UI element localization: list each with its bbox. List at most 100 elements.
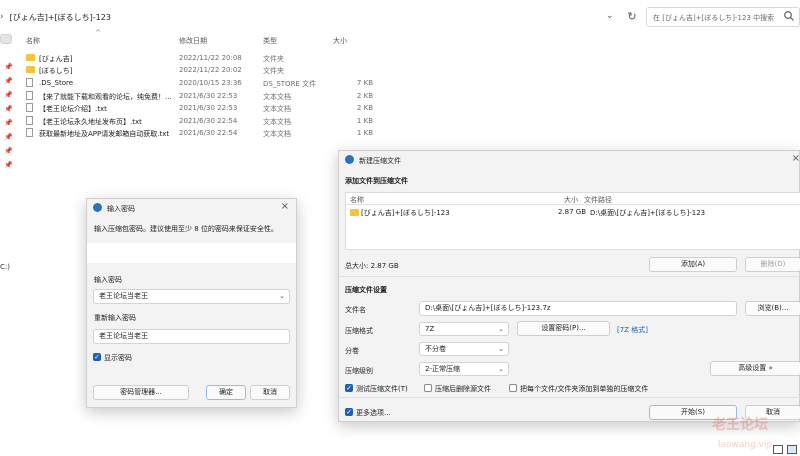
split-select[interactable]: 不分卷 ⌄ bbox=[419, 342, 509, 356]
password-dialog-titlebar: 输入密码 × bbox=[87, 199, 296, 217]
folder-icon bbox=[350, 209, 359, 216]
add-files-section-title: 添加文件到压缩文件 bbox=[345, 177, 408, 185]
file-type: DS_STORE 文件 bbox=[263, 80, 317, 88]
password-dialog: 输入密码 × 输入压缩包密码。建议使用至少 8 位的密码来保证安全性。 输入密码… bbox=[86, 198, 297, 408]
file-row[interactable]: [ぼるしち] 2022/11/22 20:02 文件夹 bbox=[26, 64, 386, 76]
filename-value: D:\桌面\[びょん吉]+[ぼるしち]-123.7z bbox=[425, 304, 551, 312]
column-header-name[interactable]: 名称 bbox=[26, 36, 40, 46]
file-date: 2020/10/15 23:36 bbox=[179, 79, 242, 87]
nav-selected-item[interactable] bbox=[0, 34, 12, 44]
compression-level-value: 2-正常压缩 bbox=[425, 365, 460, 373]
close-icon[interactable]: × bbox=[281, 201, 289, 212]
sort-up-icon: ^ bbox=[95, 29, 101, 37]
details-view-icon[interactable] bbox=[773, 445, 783, 454]
app-icon bbox=[345, 155, 354, 164]
file-row[interactable]: 【老王论坛介绍】.txt 2021/6/30 22:53 文本文档 2 KB bbox=[26, 102, 386, 114]
file-size: 1 KB bbox=[356, 117, 373, 125]
separate-archives-checkbox[interactable] bbox=[509, 384, 517, 392]
archive-dialog: 新建压缩文件 × 添加文件到压缩文件 名称 大小 文件路径 [びょん吉]+[ぼる… bbox=[338, 150, 800, 422]
compression-level-select[interactable]: 2-正常压缩 ⌄ bbox=[419, 362, 509, 376]
filename-label: 文件名 bbox=[345, 306, 366, 314]
file-row[interactable]: 【老王论坛永久地址发布页】.txt 2021/6/30 22:54 文本文档 1… bbox=[26, 115, 386, 127]
drive-label[interactable]: C:) bbox=[0, 263, 10, 271]
show-password-checkbox[interactable]: ✓ bbox=[93, 353, 101, 361]
file-row[interactable]: 【来了就能下载和观看的论坛，纯免费！... 2021/6/30 22:53 文本… bbox=[26, 90, 386, 102]
more-options-checkbox[interactable]: ✓ bbox=[345, 408, 353, 416]
chevron-down-icon: ⌄ bbox=[498, 325, 504, 333]
watermark-logo: 老王论坛 bbox=[712, 417, 768, 433]
file-type: 文本文档 bbox=[263, 130, 291, 138]
more-options-label[interactable]: 更多选项... bbox=[356, 408, 391, 418]
reenter-password-field[interactable]: 老王论坛当老王 bbox=[93, 329, 290, 344]
file-name: [びょん吉] bbox=[39, 55, 73, 63]
file-type: 文件夹 bbox=[263, 67, 284, 75]
column-header-date[interactable]: 修改日期 bbox=[179, 36, 207, 46]
file-name: [ぼるしち] bbox=[39, 67, 73, 75]
enter-password-field[interactable]: 老王论坛当老王 ⌄ bbox=[93, 289, 290, 304]
pin-icon: 📌 bbox=[4, 147, 13, 155]
archive-item-row[interactable]: [びょん吉]+[ぼるしち]-123 2.87 GB D:\桌面\[びょん吉]+[… bbox=[347, 206, 799, 218]
address-dropdown-icon[interactable]: ⌄ bbox=[606, 11, 614, 21]
file-row[interactable]: 获取最新地址及APP请发邮箱自动获取.txt 2021/6/30 22:54 文… bbox=[26, 127, 386, 139]
delete-source-checkbox[interactable] bbox=[424, 384, 432, 392]
address-bar[interactable]: › [びょん吉]+[ぼるしち]-123 bbox=[0, 6, 610, 28]
column-header-type[interactable]: 类型 bbox=[263, 36, 277, 46]
file-date: 2021/6/30 22:54 bbox=[179, 117, 238, 125]
browse-button[interactable]: 浏览(B)... bbox=[745, 301, 800, 316]
pin-icon: 📌 bbox=[4, 77, 13, 85]
chevron-down-icon: ⌄ bbox=[498, 345, 504, 353]
split-label: 分卷 bbox=[345, 347, 359, 355]
format-value: 7Z bbox=[425, 325, 435, 333]
file-date: 2022/11/22 20:02 bbox=[179, 66, 242, 74]
reenter-password-label: 重新输入密码 bbox=[94, 314, 136, 322]
filename-field[interactable]: D:\桌面\[びょん吉]+[ぼるしち]-123.7z bbox=[419, 301, 737, 316]
archive-item-size: 2.87 GB bbox=[557, 208, 586, 216]
remove-button[interactable]: 删除(D) bbox=[745, 257, 800, 272]
pin-icon: 📌 bbox=[4, 133, 13, 141]
column-header-size[interactable]: 大小 bbox=[333, 36, 347, 46]
format-select[interactable]: 7Z ⌄ bbox=[419, 322, 509, 336]
text-file-icon bbox=[26, 91, 33, 100]
advanced-settings-button[interactable]: 高级设置 » bbox=[710, 361, 800, 376]
file-size: 2 KB bbox=[356, 92, 373, 100]
file-type: 文本文档 bbox=[263, 118, 291, 126]
set-password-button[interactable]: 设置密码(P)... bbox=[517, 321, 610, 336]
show-password-label: 显示密码 bbox=[104, 354, 132, 362]
test-archive-label: 测试压缩文件(T) bbox=[356, 385, 408, 393]
refresh-icon[interactable]: ↻ bbox=[625, 10, 639, 24]
cancel-button[interactable]: 取消 bbox=[250, 385, 290, 400]
archive-dialog-title: 新建压缩文件 bbox=[359, 157, 401, 165]
file-date: 2022/11/22 20:08 bbox=[179, 54, 242, 62]
file-row[interactable]: [びょん吉] 2022/11/22 20:08 文件夹 bbox=[26, 52, 386, 64]
password-manager-button[interactable]: 密码管理器... bbox=[93, 385, 189, 400]
search-placeholder: 在 [びょん吉]+[ぼるしち]-123 中搜索 bbox=[653, 14, 775, 22]
enter-password-label: 输入密码 bbox=[94, 276, 122, 284]
reenter-password-value: 老王论坛当老王 bbox=[99, 332, 148, 340]
format-tag-link[interactable]: [7Z 格式] bbox=[617, 325, 648, 335]
file-row[interactable]: .DS_Store 2020/10/15 23:36 DS_STORE 文件 7… bbox=[26, 77, 386, 89]
test-archive-checkbox[interactable]: ✓ bbox=[345, 384, 353, 392]
chevron-down-icon: ⌄ bbox=[498, 365, 504, 373]
navigation-pane: 📌 📌 📌 📌 📌 📌 📌 📌 C:) bbox=[0, 30, 18, 456]
password-prompt: 输入压缩包密码。建议使用至少 8 位的密码来保证安全性。 bbox=[94, 225, 278, 233]
pin-icon: 📌 bbox=[4, 161, 13, 169]
separate-archives-label: 把每个文件/文件夹添加到单独的压缩文件 bbox=[520, 385, 649, 393]
delete-source-label: 压缩后删除源文件 bbox=[435, 385, 491, 393]
archive-item-name: [びょん吉]+[ぼるしち]-123 bbox=[361, 209, 450, 217]
file-name: 获取最新地址及APP请发邮箱自动获取.txt bbox=[39, 130, 170, 138]
file-icon bbox=[26, 78, 33, 87]
search-box[interactable]: 在 [びょん吉]+[ぼるしち]-123 中搜索 bbox=[646, 7, 800, 27]
chevron-down-icon[interactable]: ⌄ bbox=[279, 290, 285, 303]
ok-button[interactable]: 确定 bbox=[206, 385, 246, 400]
compression-level-label: 压缩级别 bbox=[345, 367, 373, 375]
file-type: 文本文档 bbox=[263, 105, 291, 113]
pin-icon: 📌 bbox=[4, 63, 13, 71]
enter-password-value: 老王论坛当老王 bbox=[99, 292, 148, 300]
add-button[interactable]: 添加(A) bbox=[649, 257, 737, 272]
file-size: 1 KB bbox=[356, 129, 373, 137]
watermark-url: laowang.vip bbox=[718, 440, 773, 450]
close-icon[interactable]: × bbox=[792, 153, 800, 164]
file-size: 2 KB bbox=[356, 104, 373, 112]
pin-icon: 📌 bbox=[4, 119, 13, 127]
tiles-view-icon[interactable] bbox=[787, 445, 797, 454]
